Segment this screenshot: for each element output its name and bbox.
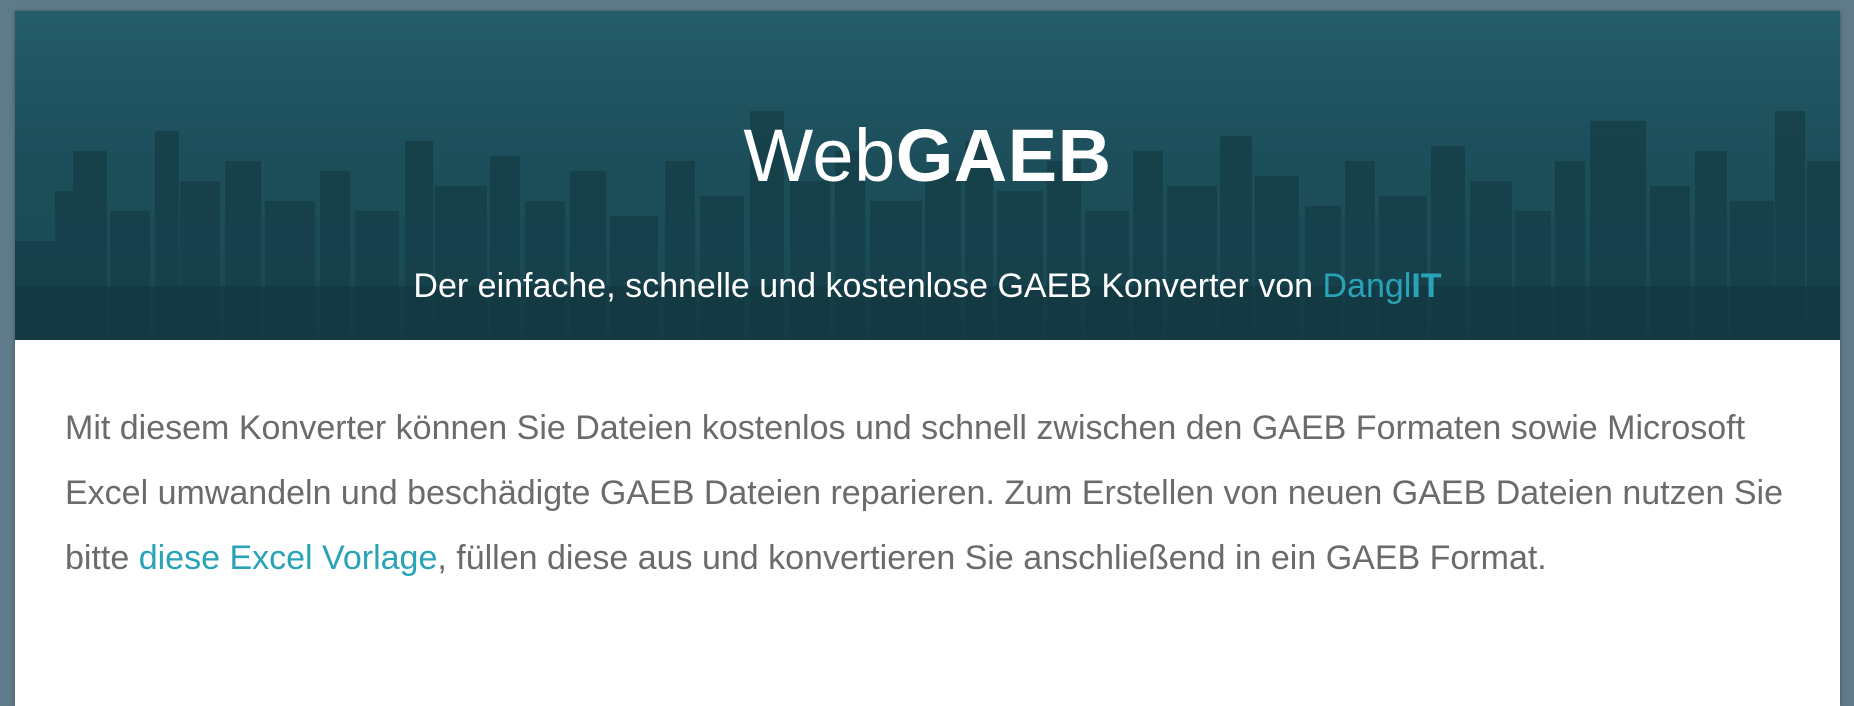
- intro-paragraph: Mit diesem Konverter können Sie Dateien …: [65, 396, 1785, 591]
- title-gaeb: GAEB: [895, 114, 1112, 197]
- page-subtitle: Der einfache, schnelle und kostenlose GA…: [15, 264, 1840, 308]
- brand-it: IT: [1411, 267, 1442, 305]
- dangl-it-brand-link[interactable]: DanglIT: [1323, 267, 1442, 305]
- hero-banner: WebGAEB Der einfache, schnelle und koste…: [15, 11, 1840, 340]
- subtitle-text: Der einfache, schnelle und kostenlose GA…: [413, 267, 1323, 305]
- intro-text-after-link: , füllen diese aus und konvertieren Sie …: [437, 539, 1547, 577]
- page-title: WebGAEB: [15, 111, 1840, 201]
- brand-dangl: Dangl: [1322, 267, 1412, 305]
- excel-template-link[interactable]: diese Excel Vorlage: [139, 539, 438, 577]
- main-card: WebGAEB Der einfache, schnelle und koste…: [15, 11, 1840, 706]
- title-web: Web: [743, 114, 896, 197]
